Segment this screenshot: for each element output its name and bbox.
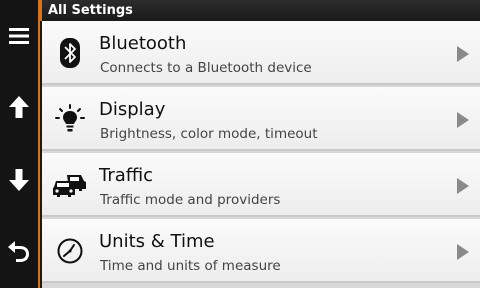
traffic-cars-icon <box>52 167 88 203</box>
item-title: Traffic <box>99 165 154 186</box>
back-arrow-icon <box>7 238 31 262</box>
item-subtitle: Brightness, color mode, timeout <box>100 126 318 142</box>
item-title: Units & Time <box>99 231 215 252</box>
clock-icon <box>52 233 88 269</box>
settings-item-bluetooth[interactable]: Bluetooth Connects to a Bluetooth device <box>42 21 480 85</box>
settings-list: Bluetooth Connects to a Bluetooth device… <box>42 21 480 288</box>
settings-item-traffic[interactable]: Traffic Traffic mode and providers <box>42 153 480 217</box>
chevron-right-icon <box>457 178 469 194</box>
item-subtitle: Connects to a Bluetooth device <box>100 60 312 76</box>
chevron-right-icon <box>457 112 469 128</box>
arrow-up-icon <box>9 96 29 118</box>
chevron-right-icon <box>457 244 469 260</box>
chevron-right-icon <box>457 46 469 62</box>
menu-button[interactable] <box>0 16 38 56</box>
lightbulb-icon <box>52 101 88 137</box>
item-title: Bluetooth <box>99 33 187 54</box>
page-title: All Settings <box>40 0 480 21</box>
scroll-down-button[interactable] <box>0 160 38 200</box>
arrow-down-icon <box>9 169 29 191</box>
item-subtitle: Traffic mode and providers <box>100 192 281 208</box>
bluetooth-icon <box>52 35 88 71</box>
hamburger-menu-icon <box>9 27 29 45</box>
navigation-rail <box>0 0 40 288</box>
item-subtitle: Time and units of measure <box>100 258 281 274</box>
settings-item-display[interactable]: Display Brightness, color mode, timeout <box>42 87 480 151</box>
item-title: Display <box>99 99 166 120</box>
settings-item-units-time[interactable]: Units & Time Time and units of measure <box>42 219 480 283</box>
back-button[interactable] <box>0 230 38 270</box>
scroll-up-button[interactable] <box>0 87 38 127</box>
